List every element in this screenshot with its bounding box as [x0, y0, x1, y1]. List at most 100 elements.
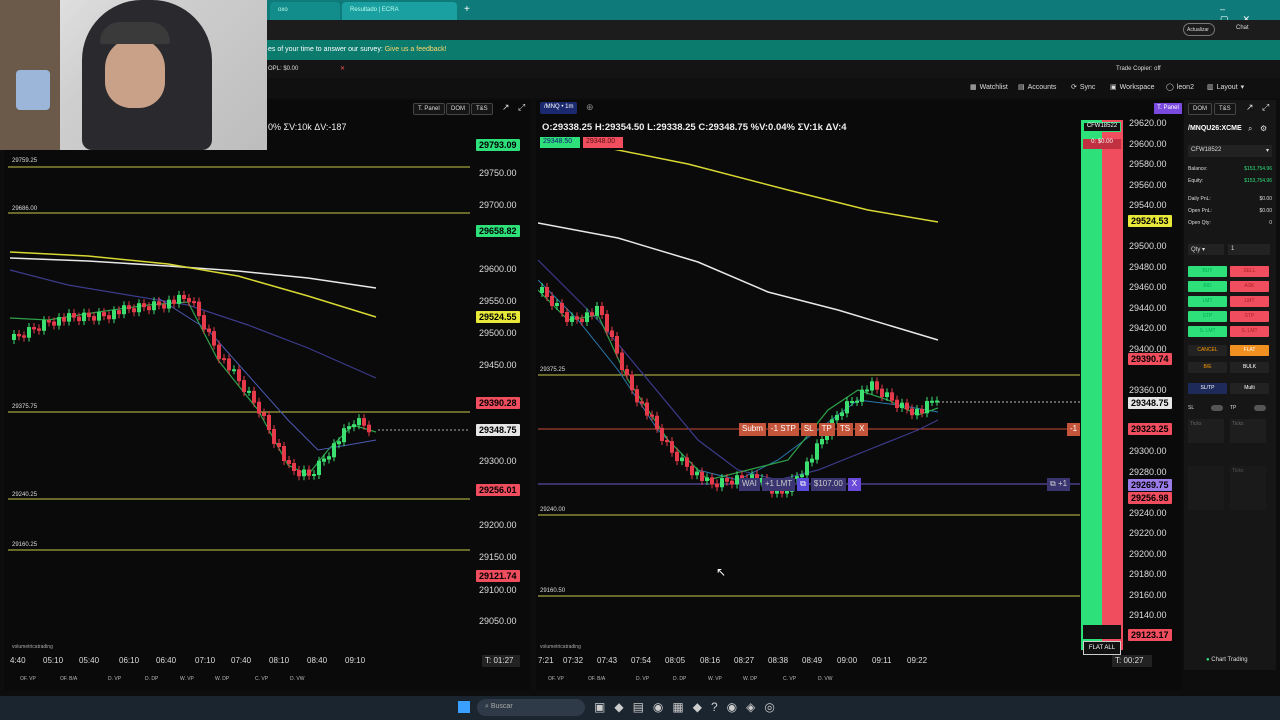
chart-tab[interactable]: D. VW [818, 676, 832, 682]
tns-button[interactable]: T&S [1214, 103, 1236, 115]
flat-button[interactable]: FLAT [1230, 345, 1269, 356]
trail-settings[interactable]: Ticks [1230, 466, 1266, 510]
ask-price[interactable]: 29348.00 [583, 137, 623, 148]
chart-tab[interactable]: D. VP [636, 676, 649, 682]
candle-body [282, 446, 286, 461]
workspace-button[interactable]: ▣ Workspace [1110, 83, 1155, 92]
stop-order-label[interactable]: -1 STP [767, 423, 799, 436]
be-settings[interactable] [1188, 466, 1224, 510]
flat-all-button[interactable]: FLAT ALL [1083, 641, 1121, 655]
add-icon[interactable]: ⊕ [586, 102, 594, 113]
price-tag: 29121.74 [476, 570, 520, 582]
axis-label: 29700.00 [479, 200, 517, 210]
external-link-icon[interactable]: ↗ [502, 102, 510, 113]
buy-stop-button[interactable]: STP [1188, 311, 1227, 322]
taskbar-apps[interactable]: ▣◆▤◉▦◆?◉◈◎ [594, 700, 784, 714]
chart-tab[interactable]: C. VP [255, 676, 268, 682]
close-icon[interactable]: ✕ [340, 65, 345, 72]
sell-limit-button[interactable]: LMT [1230, 296, 1269, 307]
cancel-button[interactable]: CANCEL [1188, 345, 1227, 356]
qty-input[interactable]: 1 [1228, 244, 1270, 255]
account-select[interactable]: CFW18522 ▾ [1188, 145, 1272, 157]
left-price-axis: 29750.00 29700.00 29600.00 29550.00 2950… [476, 120, 528, 660]
chart-tab[interactable]: D. VP [108, 676, 121, 682]
trade-copier-status[interactable]: Trade Copier: off [1116, 66, 1161, 72]
axis-label: 29220.00 [1129, 528, 1167, 538]
new-tab-icon[interactable]: + [464, 4, 470, 15]
chart-tab[interactable]: W. VP [708, 676, 722, 682]
price-tag: 29658.82 [476, 225, 520, 237]
cancel-limit-button[interactable]: X [847, 478, 862, 491]
expand-icon[interactable]: ⤢ [1262, 102, 1269, 113]
buy-stop-limit-button[interactable]: S. LMT [1188, 326, 1227, 337]
sync-button[interactable]: ⟳ Sync [1071, 83, 1095, 92]
update-button[interactable]: Actualizar [1183, 23, 1215, 36]
chart-tab[interactable]: D. DP [145, 676, 158, 682]
sell-stop-limit-button[interactable]: S. LMT [1230, 326, 1269, 337]
browser-tab-active[interactable]: Resultado | ECRA [342, 2, 457, 20]
buy-limit-button[interactable]: LMT [1188, 296, 1227, 307]
candle-body [177, 294, 181, 304]
chart-tab[interactable]: D. VW [290, 676, 304, 682]
sltp-tab[interactable]: SL/TP [1188, 383, 1227, 394]
limit-order-label[interactable]: +1 LMT [761, 478, 796, 491]
chart-tab[interactable]: OF. B/A [60, 676, 77, 682]
chart-tab[interactable]: OF. B/A [588, 676, 605, 682]
tp-toggle[interactable] [1254, 405, 1266, 411]
chart-tab[interactable]: W. VP [180, 676, 194, 682]
tpanel-active-button[interactable]: T. Panel [1154, 103, 1182, 114]
layout-button[interactable]: ▥ Layout ▾ [1207, 83, 1244, 92]
watchlist-button[interactable]: ▦ Watchlist [970, 83, 1008, 92]
chart-tab[interactable]: D. DP [673, 676, 686, 682]
bar-timer: T: 01:27 [482, 655, 520, 667]
time-label: 08:16 [700, 656, 721, 665]
ask-button[interactable]: ASK [1230, 281, 1269, 292]
gear-icon[interactable]: ⚙ [1260, 124, 1267, 133]
sl-toggle[interactable] [1211, 405, 1223, 411]
submit-button[interactable]: Subm [739, 423, 766, 436]
sell-button[interactable]: SELL [1230, 266, 1269, 277]
right-price-axis: 29620.00 29600.00 29580.00 29560.00 2954… [1126, 115, 1182, 655]
chart-tab[interactable]: OF. VP [548, 676, 564, 682]
tp-button[interactable]: TP [818, 423, 835, 436]
symbol-selector[interactable]: /MNQ • 1m [540, 102, 578, 114]
tpanel-button[interactable]: T. Panel [413, 103, 445, 115]
candle-body [187, 298, 191, 303]
search-input[interactable]: ⌕ Buscar [477, 699, 585, 716]
search-icon[interactable]: ⌕ [1248, 124, 1252, 134]
bulk-button[interactable]: BULK [1230, 362, 1269, 373]
chart-tab[interactable]: W. DP [215, 676, 229, 682]
user-button[interactable]: ◯ leon2 [1166, 83, 1194, 92]
dom-button[interactable]: DOM [446, 103, 470, 115]
ts-button[interactable]: TS [836, 423, 854, 436]
sell-stop-button[interactable]: STP [1230, 311, 1269, 322]
buy-button[interactable]: BUY [1188, 266, 1227, 277]
sl-button[interactable]: SL [800, 423, 817, 436]
bid-button[interactable]: BID [1188, 281, 1227, 292]
multi-tab[interactable]: Multi [1230, 383, 1269, 394]
chart-tab[interactable]: C. VP [783, 676, 796, 682]
start-icon[interactable] [458, 701, 470, 713]
chart-tab[interactable]: W. DP [743, 676, 757, 682]
sl-ticks-input[interactable]: Ticks [1188, 419, 1224, 443]
chart-tab[interactable]: OF. VP [20, 676, 36, 682]
expand-icon[interactable]: ⤢ [518, 102, 525, 113]
chart-trading-panel: T. Panel DOM T&S ↗ ⤢ /MNQU26:XCME ⌕ ⚙ CF… [1154, 100, 1276, 670]
breakeven-button[interactable]: B/E [1188, 362, 1227, 373]
tns-button[interactable]: T&S [471, 103, 493, 115]
cancel-order-button[interactable]: X [855, 423, 869, 436]
feedback-link[interactable]: Give us a feedback! [385, 46, 447, 53]
dom-button[interactable]: DOM [1188, 103, 1212, 115]
qty-select[interactable]: Qty ▾ [1188, 244, 1224, 255]
dom-ladder[interactable] [1081, 120, 1123, 650]
tp-ticks-input[interactable]: Ticks [1230, 419, 1266, 443]
external-link-icon[interactable]: ↗ [1246, 102, 1254, 113]
axis-label: 29560.00 [1129, 180, 1167, 190]
link-icon[interactable]: ⧉ [797, 478, 809, 491]
browser-tab[interactable]: oxo [270, 2, 340, 20]
time-label: 09:11 [872, 656, 892, 665]
chat-button[interactable]: Chat [1236, 25, 1249, 31]
bid-price[interactable]: 29348.50 [540, 137, 580, 148]
candle-body [590, 312, 594, 316]
accounts-button[interactable]: ▤ Accounts [1018, 83, 1056, 92]
